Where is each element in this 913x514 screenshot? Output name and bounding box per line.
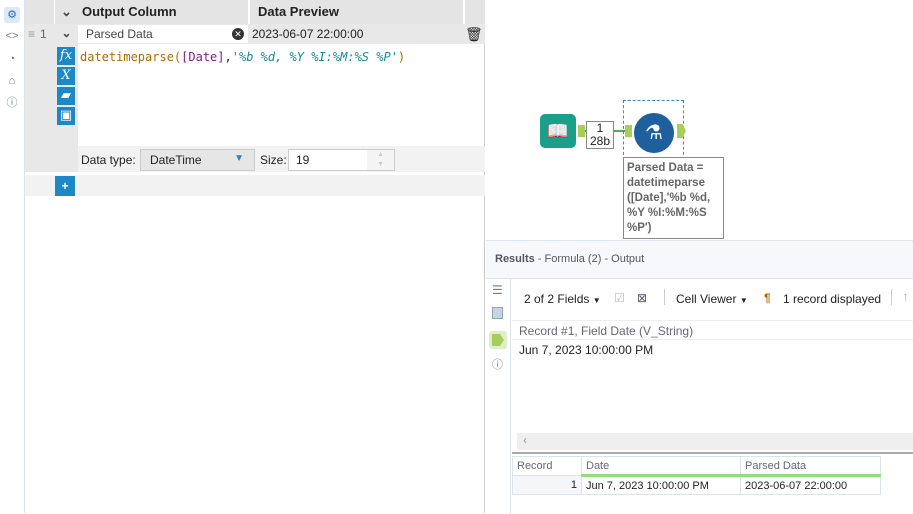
variable-icon[interactable]: X (57, 67, 75, 85)
list-icon[interactable]: ☰ (492, 283, 503, 297)
cell-viewer-dropdown[interactable]: Cell Viewer ▼ (676, 292, 748, 306)
tool-annotation: Parsed Data = datetimeparse ([Date],'%b … (623, 157, 724, 239)
table-row[interactable]: 1 Jun 7, 2023 10:00:00 PM 2023-06-07 22:… (512, 475, 881, 495)
function-icon[interactable]: fx (57, 47, 75, 65)
tag-icon[interactable]: ⌂ (4, 73, 20, 89)
data-type-value: DateTime (150, 153, 202, 167)
results-title: Results (495, 253, 535, 265)
results-table: Record Date Parsed Data 1 Jun 7, 2023 10… (512, 456, 881, 495)
open-folder-icon[interactable]: ▰ (57, 87, 75, 105)
help-icon[interactable]: ⓘ (492, 356, 503, 372)
check-icon[interactable]: ☑ (614, 291, 625, 305)
results-pane: Results - Formula (2) - Output ☰ ⓘ 2 of … (486, 240, 913, 514)
size-value: 19 (296, 153, 310, 167)
records-displayed: 1 record displayed (783, 292, 882, 306)
output-column-value: Parsed Data (86, 27, 153, 41)
connection-label: 1 28b (586, 121, 614, 149)
size-stepper[interactable]: ▲ ▼ (367, 150, 394, 170)
data-type-row: Data type: DateTime ▼ Size: 19 ▲ ▼ (78, 146, 485, 172)
horizontal-scrollbar[interactable]: ‹ (517, 433, 913, 450)
code-icon[interactable]: <> (4, 28, 20, 44)
date-cell[interactable]: Jun 7, 2023 10:00:00 PM (581, 475, 741, 495)
cell-viewer-label: Cell Viewer (676, 292, 737, 306)
formula-panel: ⌄ Output Column Data Preview ≡ 1 ⌄ Parse… (25, 0, 485, 513)
results-subtitle: - Formula (2) - Output (534, 253, 645, 265)
arrow-circle-icon[interactable]: ◔ (4, 51, 20, 67)
up-arrow-icon[interactable]: ↑ (902, 288, 909, 304)
expr-comma: , (224, 50, 232, 64)
expr-string: '%b %d, %Y %I:%M:%S %P' (231, 50, 398, 64)
formula-header: ⌄ Output Column Data Preview (25, 0, 485, 24)
data-preview-header: Data Preview (248, 0, 463, 24)
cell-value: Jun 7, 2023 10:00:00 PM (519, 343, 654, 357)
help-icon[interactable]: ⓘ (4, 95, 20, 111)
formula-row[interactable]: ≡ 1 ⌄ Parsed Data ✕ 2023-06-07 22:00:00 … (25, 24, 485, 44)
column-header-record[interactable]: Record (512, 456, 582, 476)
output-anchor-icon (492, 334, 504, 346)
output-anchor-tab[interactable] (489, 331, 507, 349)
size-input[interactable]: 19 ▲ ▼ (288, 149, 395, 171)
fields-dropdown[interactable]: 2 of 2 Fields ▼ (524, 292, 601, 306)
data-type-label: Data type: (81, 153, 136, 167)
deselect-icon[interactable]: ⊠ (637, 291, 647, 305)
data-type-select[interactable]: DateTime ▼ (140, 149, 255, 171)
expr-function: datetimeparse (80, 50, 174, 64)
output-anchor[interactable] (677, 124, 686, 138)
formula-tool-selection[interactable]: ⚗ (623, 100, 684, 160)
record-cell: 1 (512, 475, 582, 495)
parsed-data-cell[interactable]: 2023-06-07 22:00:00 (740, 475, 881, 495)
output-column-input[interactable]: Parsed Data ✕ (78, 25, 248, 43)
column-header-parsed-data[interactable]: Parsed Data (740, 456, 881, 477)
expr-paren: ) (397, 50, 406, 64)
save-icon[interactable]: ▣ (57, 107, 75, 125)
dropdown-arrow-icon: ▼ (234, 153, 244, 164)
output-column-header: Output Column (82, 4, 177, 19)
expression-editor[interactable]: datetimeparse([Date],'%b %d, %Y %I:%M:%S… (80, 50, 485, 146)
chevron-down-icon[interactable]: ⌄ (55, 0, 78, 24)
chevron-down-icon[interactable]: ⌄ (55, 24, 78, 44)
column-header-date[interactable]: Date (581, 456, 741, 477)
left-icon-rail: ⚙ <> ◔ ⌂ ⓘ (0, 0, 25, 513)
size-label: Size: (260, 153, 287, 167)
fields-label: 2 of 2 Fields (524, 292, 590, 306)
clear-icon[interactable]: ✕ (232, 28, 244, 40)
add-expression-button[interactable]: + (55, 176, 75, 196)
row-number: 1 (40, 27, 47, 41)
pilcrow-icon[interactable]: ¶ (764, 291, 771, 305)
trash-icon[interactable]: 🗑 (465, 24, 483, 44)
formula-tool-icon[interactable]: ⚗ (634, 113, 674, 153)
drag-handle-icon[interactable]: ≡ (25, 24, 38, 44)
input-anchor[interactable] (625, 125, 632, 137)
cell-header: Record #1, Field Date (V_String) (512, 320, 913, 340)
input-data-tool-icon[interactable]: 📖 (540, 114, 576, 148)
workflow-canvas[interactable]: 📖 1 28b ⚗ Parsed Data = datetimeparse ([… (486, 0, 913, 240)
add-row: + (25, 175, 485, 196)
expr-field: [Date] (181, 50, 225, 64)
output-anchor[interactable] (578, 125, 585, 137)
gear-icon[interactable]: ⚙ (4, 7, 20, 23)
input-anchor-icon[interactable] (492, 307, 503, 319)
data-preview-value: 2023-06-07 22:00:00 (252, 27, 364, 41)
record-size: 28b (589, 134, 611, 148)
